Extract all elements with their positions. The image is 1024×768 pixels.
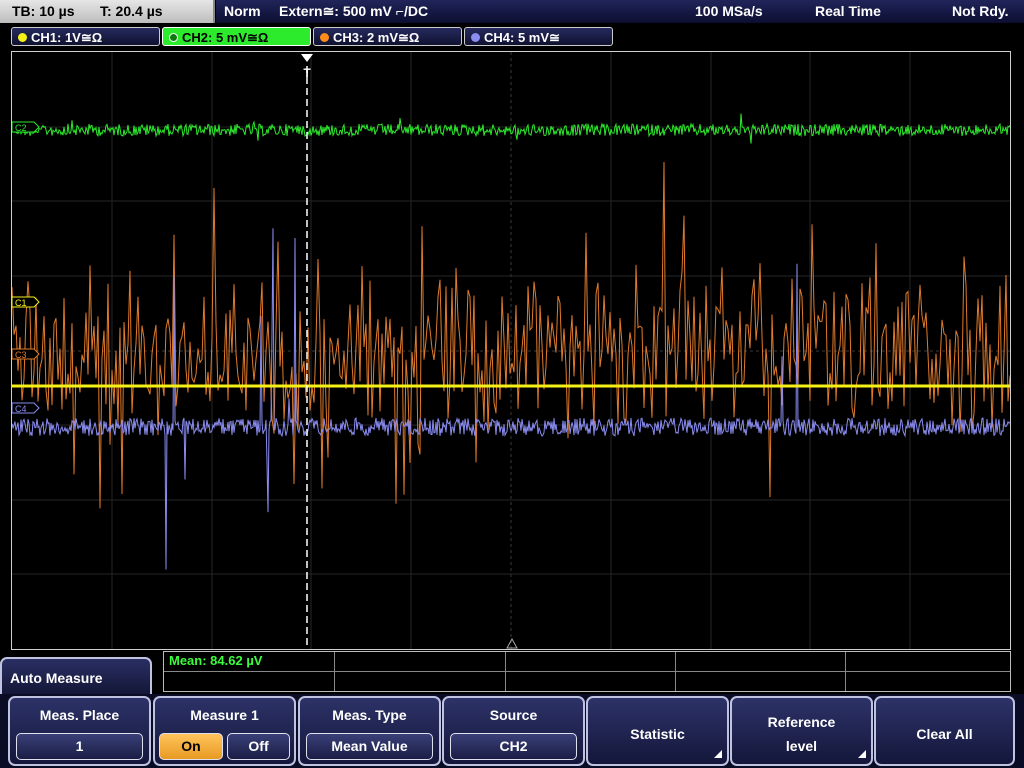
softkey-menu: Meas. Place 1 Measure 1 On Off Meas. Typ… xyxy=(0,694,1024,768)
mean-result: Mean: 84.62 µV xyxy=(169,653,263,668)
timebase-box[interactable]: TB: 10 µs T: 20.4 µs xyxy=(0,0,215,23)
channel-tab-ch4[interactable]: CH4: 5 mV≅ xyxy=(464,27,613,46)
meas-type-softkey[interactable]: Meas. Type Mean Value xyxy=(298,696,441,766)
clear-all-softkey[interactable]: Clear All xyxy=(874,696,1015,766)
result-divider xyxy=(164,671,1010,672)
trigger-time-text: T: 20.4 µs xyxy=(100,3,163,19)
source-softkey[interactable]: Source CH2 xyxy=(442,696,585,766)
ch2-label: CH2: 5 mV≅Ω xyxy=(182,30,269,45)
statistic-label: Statistic xyxy=(630,726,685,742)
ch4-marker[interactable]: C4 xyxy=(12,402,40,414)
svg-text:C2: C2 xyxy=(15,123,27,133)
menu-title-tab[interactable]: Auto Measure xyxy=(0,657,152,697)
svg-text:C3: C3 xyxy=(15,350,27,360)
waveform-canvas: T C2 C1 C3 C4 xyxy=(12,52,1010,649)
trigger-mode: Norm xyxy=(224,3,261,19)
ch3-marker[interactable]: C3 xyxy=(12,348,40,360)
ch1-marker[interactable]: C1 xyxy=(12,296,40,308)
channel-tab-ch3[interactable]: CH3: 2 mV≅Ω xyxy=(313,27,462,46)
reference-level-label-2: level xyxy=(785,738,818,754)
status-bar: TB: 10 µs T: 20.4 µs Norm Extern≅: 500 m… xyxy=(0,0,1024,24)
trigger-source: Extern≅: 500 mV ⌐/DC xyxy=(279,3,429,19)
statistic-softkey[interactable]: Statistic xyxy=(586,696,729,766)
measurement-results: Mean: 84.62 µV xyxy=(163,651,1011,692)
ch1-label: CH1: 1V≅Ω xyxy=(31,30,103,45)
channel-bar: CH1: 1V≅Ω CH2: 5 mV≅Ω CH3: 2 mV≅Ω CH4: 5… xyxy=(0,24,1024,50)
time-reference-icon xyxy=(506,637,518,649)
meas-place-softkey[interactable]: Meas. Place 1 xyxy=(8,696,151,766)
svg-text:C1: C1 xyxy=(15,298,27,308)
meas-place-value[interactable]: 1 xyxy=(16,733,143,760)
menu-title: Auto Measure xyxy=(10,670,103,686)
ch2-marker[interactable]: C2 xyxy=(12,121,40,133)
sample-rate: 100 MSa/s xyxy=(695,3,763,19)
measure-on-button[interactable]: On xyxy=(159,733,223,760)
meas-type-label: Meas. Type xyxy=(332,707,407,723)
ch3-dot-icon xyxy=(320,33,329,42)
measure-label: Measure 1 xyxy=(190,707,259,723)
reference-level-softkey[interactable]: Reference level xyxy=(730,696,873,766)
clear-all-label: Clear All xyxy=(916,726,973,742)
waveform-display[interactable]: T C2 C1 C3 C4 xyxy=(11,51,1011,650)
ch1-dot-icon xyxy=(18,33,27,42)
run-state: Not Rdy. xyxy=(952,3,1009,19)
measure-softkey[interactable]: Measure 1 On Off xyxy=(153,696,296,766)
ch4-trace xyxy=(12,228,1010,570)
svg-text:C4: C4 xyxy=(15,404,27,414)
source-value[interactable]: CH2 xyxy=(450,733,577,760)
source-label: Source xyxy=(489,707,538,723)
ch3-label: CH3: 2 mV≅Ω xyxy=(333,30,420,45)
submenu-arrow-icon xyxy=(714,750,722,758)
timebase-text: TB: 10 µs xyxy=(12,3,75,19)
meas-type-value[interactable]: Mean Value xyxy=(306,733,433,760)
trigger-marker-label: T xyxy=(303,66,311,80)
channel-tab-ch1[interactable]: CH1: 1V≅Ω xyxy=(11,27,160,46)
reference-level-label-1: Reference xyxy=(767,714,836,730)
ch2-dot-icon xyxy=(169,33,178,42)
acquisition-mode: Real Time xyxy=(815,3,881,19)
channel-tab-ch2[interactable]: CH2: 5 mV≅Ω xyxy=(162,27,311,46)
meas-place-label: Meas. Place xyxy=(39,707,120,723)
submenu-arrow-icon xyxy=(858,750,866,758)
ch4-dot-icon xyxy=(471,33,480,42)
ch4-label: CH4: 5 mV≅ xyxy=(484,30,560,45)
measure-off-button[interactable]: Off xyxy=(227,733,290,760)
